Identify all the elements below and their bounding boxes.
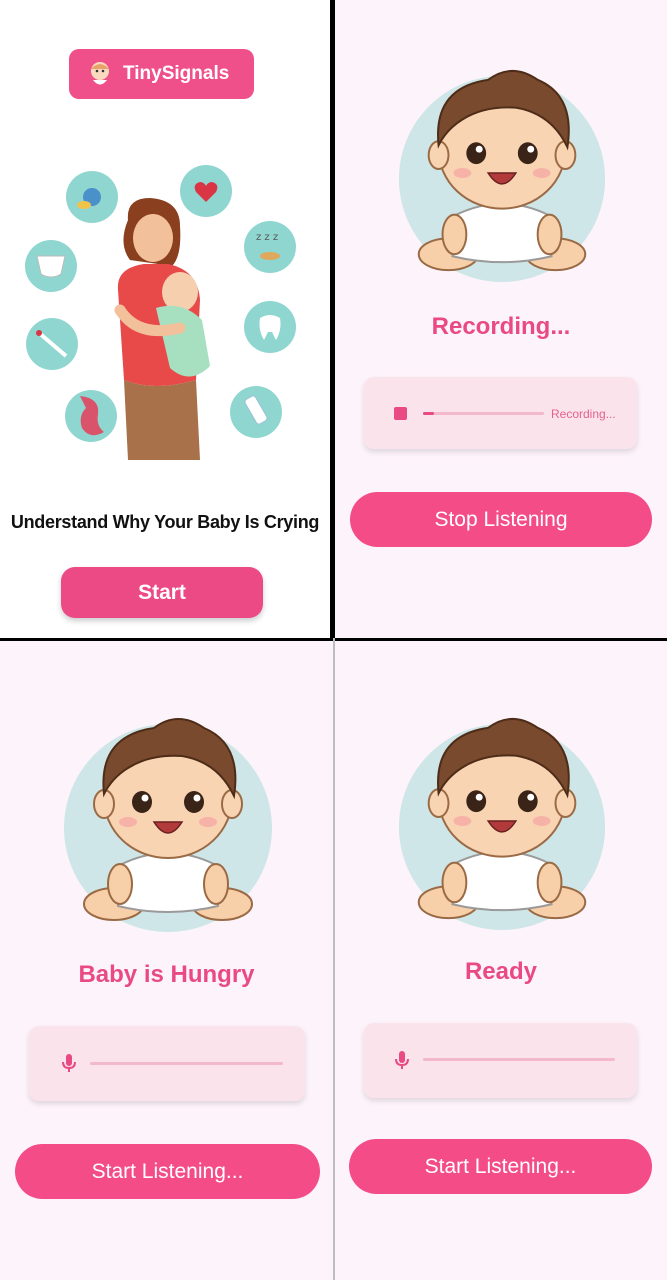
status-text: Baby is Hungry: [78, 961, 255, 988]
tooth-icon: [244, 301, 296, 353]
audio-level-track: [423, 1058, 615, 1061]
recording-progress-fill: [423, 412, 434, 415]
mother-baby-illustration: z z z: [25, 165, 296, 460]
thermometer-icon: [26, 318, 78, 370]
bottle-icon: [230, 386, 282, 438]
baby-illustration: [58, 705, 278, 937]
app-name: TinySignals: [123, 63, 230, 84]
welcome-screen: TinySignals z z z Understand Why Your Ba…: [0, 0, 330, 638]
microphone-icon[interactable]: [57, 1051, 81, 1075]
stop-listening-button[interactable]: Stop Listening: [350, 492, 652, 547]
microphone-icon[interactable]: [390, 1048, 414, 1072]
diaper-icon: [25, 240, 77, 292]
heart-icon: [180, 165, 232, 217]
app-logo: TinySignals: [69, 49, 254, 99]
svg-text:z z z: z z z: [256, 232, 278, 243]
panel-divider: [333, 638, 335, 1280]
recording-card: Recording...: [364, 377, 637, 449]
listening-card: [29, 1026, 305, 1101]
start-listening-button[interactable]: Start Listening...: [349, 1139, 652, 1194]
audio-level-track: [90, 1062, 283, 1065]
recording-progress-track: [423, 412, 544, 415]
ready-screen: Ready Start Listening...: [335, 641, 667, 1280]
recording-screen: Recording... Recording... Stop Listening: [335, 0, 667, 638]
recording-label: Recording...: [551, 407, 616, 421]
listening-card: [364, 1023, 637, 1098]
stop-icon[interactable]: [394, 407, 407, 420]
sleep-icon: z z z: [244, 221, 296, 273]
baby-illustration: [393, 58, 611, 286]
baby-face-icon: [91, 62, 109, 85]
tagline: Understand Why Your Baby Is Crying: [10, 512, 320, 532]
status-text: Ready: [464, 958, 538, 985]
pacifier-icon: [66, 171, 118, 223]
status-text: Recording...: [431, 313, 571, 340]
stomach-icon: [65, 390, 117, 442]
baby-illustration: [393, 705, 611, 935]
result-screen: Baby is Hungry Start Listening...: [0, 641, 333, 1280]
start-button[interactable]: Start: [61, 567, 263, 618]
start-listening-button[interactable]: Start Listening...: [15, 1144, 320, 1199]
